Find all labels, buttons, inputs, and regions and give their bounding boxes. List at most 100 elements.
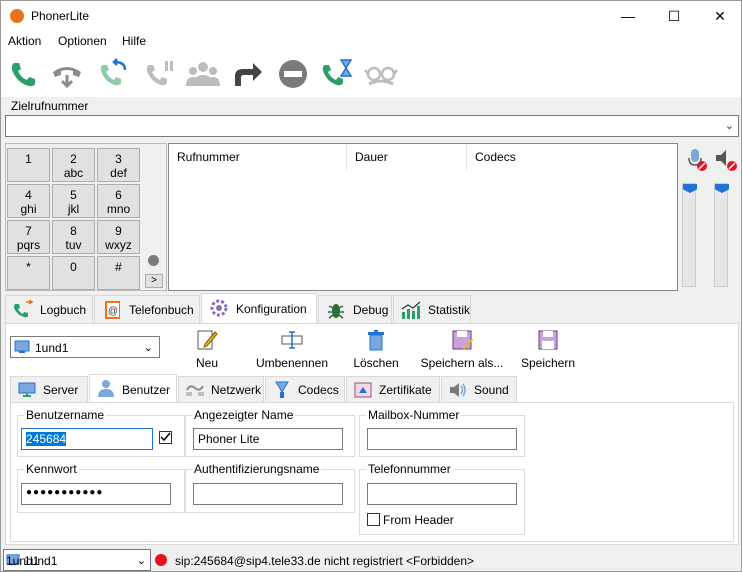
column-codecs[interactable]: Codecs: [467, 144, 677, 170]
tab-server[interactable]: Server: [10, 376, 88, 402]
tab-debug[interactable]: Debug: [318, 295, 392, 323]
key-7[interactable]: 7 pqrs: [7, 220, 50, 254]
hold-icon[interactable]: [141, 56, 177, 92]
close-button[interactable]: ✕: [697, 1, 741, 31]
gear-icon: [210, 299, 228, 317]
new-button[interactable]: Neu: [188, 328, 226, 370]
save-button[interactable]: Speichern: [518, 328, 578, 370]
username-checkbox[interactable]: [159, 431, 172, 444]
key-2[interactable]: 2 abc: [52, 148, 95, 182]
speaker-muted-icon[interactable]: [714, 147, 738, 171]
tab-logbuch[interactable]: Logbuch: [5, 295, 93, 323]
key-4[interactable]: 4 ghi: [7, 184, 50, 218]
volume-panel: [680, 143, 740, 291]
key-3[interactable]: 3 def: [97, 148, 140, 182]
forward-icon[interactable]: [229, 56, 265, 92]
bug-icon: [328, 304, 344, 319]
menu-hilfe[interactable]: Hilfe: [122, 34, 146, 48]
window-title: PhonerLite: [31, 9, 90, 23]
key-star[interactable]: *: [7, 256, 50, 290]
microphone-muted-icon[interactable]: [684, 147, 708, 171]
menu-aktion[interactable]: Aktion: [8, 34, 41, 48]
chevron-down-icon[interactable]: ⌄: [137, 554, 146, 567]
key-1[interactable]: 1: [7, 148, 50, 182]
tab-zertifikate[interactable]: Zertifikate: [346, 376, 440, 402]
svg-text:@: @: [108, 306, 118, 317]
profile-icon: [14, 340, 30, 353]
tab-konfiguration[interactable]: Konfiguration: [201, 293, 317, 323]
network-icon: [186, 385, 204, 396]
mailbox-field[interactable]: [367, 428, 517, 450]
hangup-icon[interactable]: [49, 56, 85, 92]
column-duration[interactable]: Dauer: [347, 144, 467, 170]
registration-status-text: sip:245684@sip4.tele33.de nicht registri…: [175, 554, 475, 568]
menu-optionen[interactable]: Optionen: [58, 34, 107, 48]
tab-benutzer[interactable]: Benutzer: [89, 374, 177, 402]
chevron-down-icon[interactable]: ⌄: [144, 341, 153, 354]
menu-bar: Aktion Optionen Hilfe: [1, 31, 741, 51]
app-icon: [10, 9, 24, 23]
sound-icon: [450, 383, 466, 397]
tab-statistik[interactable]: Statistik: [393, 295, 471, 323]
status-profile-label: 1und1: [24, 554, 58, 568]
column-number[interactable]: Rufnummer: [169, 144, 347, 170]
tab-telefonbuch[interactable]: @ Telefonbuch: [94, 295, 200, 323]
dial-keypad: 1 2 abc 3 def 4 ghi 5 jkl 6 mno 7 pqrs 8 tuv 9w…: [5, 143, 167, 291]
rename-button[interactable]: Umbenennen: [252, 328, 332, 370]
certificate-icon: [354, 382, 372, 398]
tab-codecs[interactable]: Codecs: [265, 376, 345, 402]
phonebook-icon: @: [105, 301, 120, 319]
slider-thumb[interactable]: [715, 184, 729, 193]
status-profile-select[interactable]: 1und1 1und1 ⌄: [3, 549, 151, 571]
password-field[interactable]: ●●●●●●●●●●●: [21, 483, 171, 505]
toolbar: [1, 51, 741, 97]
call-waiting-icon[interactable]: [319, 56, 355, 92]
profile-select[interactable]: 1und1 ⌄: [10, 336, 160, 358]
key-hash[interactable]: #: [97, 256, 140, 290]
key-0[interactable]: 0: [52, 256, 95, 290]
main-tabs: Logbuch @ Telefonbuch Konfiguration Debu…: [1, 293, 741, 323]
display-name-field[interactable]: Phoner Lite: [193, 428, 343, 450]
save-as-icon: [452, 330, 473, 350]
key-9[interactable]: 9 wxyz: [97, 220, 140, 254]
from-header-label: From Header: [383, 513, 454, 527]
maximize-button[interactable]: ☐: [651, 1, 697, 31]
key-6[interactable]: 6 mno: [97, 184, 140, 218]
save-icon: [538, 330, 558, 350]
user-settings-panel: Benutzername 245684 Angezeigter Name Pho…: [10, 402, 734, 542]
from-header-checkbox[interactable]: [367, 513, 380, 526]
new-icon: [197, 330, 218, 350]
more-button[interactable]: >: [145, 274, 163, 288]
call-icon[interactable]: [5, 56, 41, 92]
log-icon: [14, 300, 34, 318]
registration-status-icon: [155, 554, 167, 566]
statistics-icon: [401, 301, 421, 319]
auth-name-field[interactable]: [193, 483, 343, 505]
transfer-call-icon[interactable]: [95, 56, 131, 92]
username-field[interactable]: 245684: [21, 428, 153, 450]
phonerlite-window: PhonerLite — ☐ ✕ Aktion Optionen Hilfe Z…: [0, 0, 742, 572]
chevron-down-icon[interactable]: ⌄: [725, 119, 734, 132]
checkmark-icon: [160, 432, 171, 442]
destination-number-combo[interactable]: ⌄: [5, 115, 739, 137]
tab-netzwerk[interactable]: Netzwerk: [178, 376, 264, 402]
incognito-icon[interactable]: [363, 56, 399, 92]
delete-button[interactable]: Löschen: [352, 328, 400, 370]
phone-number-field[interactable]: [367, 483, 517, 505]
indicator-dot: [148, 255, 159, 266]
configuration-panel: 1und1 ⌄ Neu Umbenennen Löschen Speichern…: [5, 323, 739, 545]
minimize-button[interactable]: —: [605, 1, 651, 31]
microphone-volume-slider[interactable]: [682, 183, 697, 287]
tab-sound[interactable]: Sound: [441, 376, 517, 402]
slider-thumb[interactable]: [683, 184, 697, 193]
save-as-button[interactable]: Speichern als...: [420, 328, 504, 370]
do-not-disturb-icon[interactable]: [275, 56, 311, 92]
speaker-volume-slider[interactable]: [714, 183, 729, 287]
key-5[interactable]: 5 jkl: [52, 184, 95, 218]
call-list[interactable]: Rufnummer Dauer Codecs: [168, 143, 678, 291]
conference-icon[interactable]: [185, 56, 221, 92]
key-8[interactable]: 8 tuv: [52, 220, 95, 254]
title-bar: PhonerLite — ☐ ✕: [1, 1, 741, 31]
rename-icon: [281, 331, 303, 349]
user-icon: [98, 380, 114, 397]
